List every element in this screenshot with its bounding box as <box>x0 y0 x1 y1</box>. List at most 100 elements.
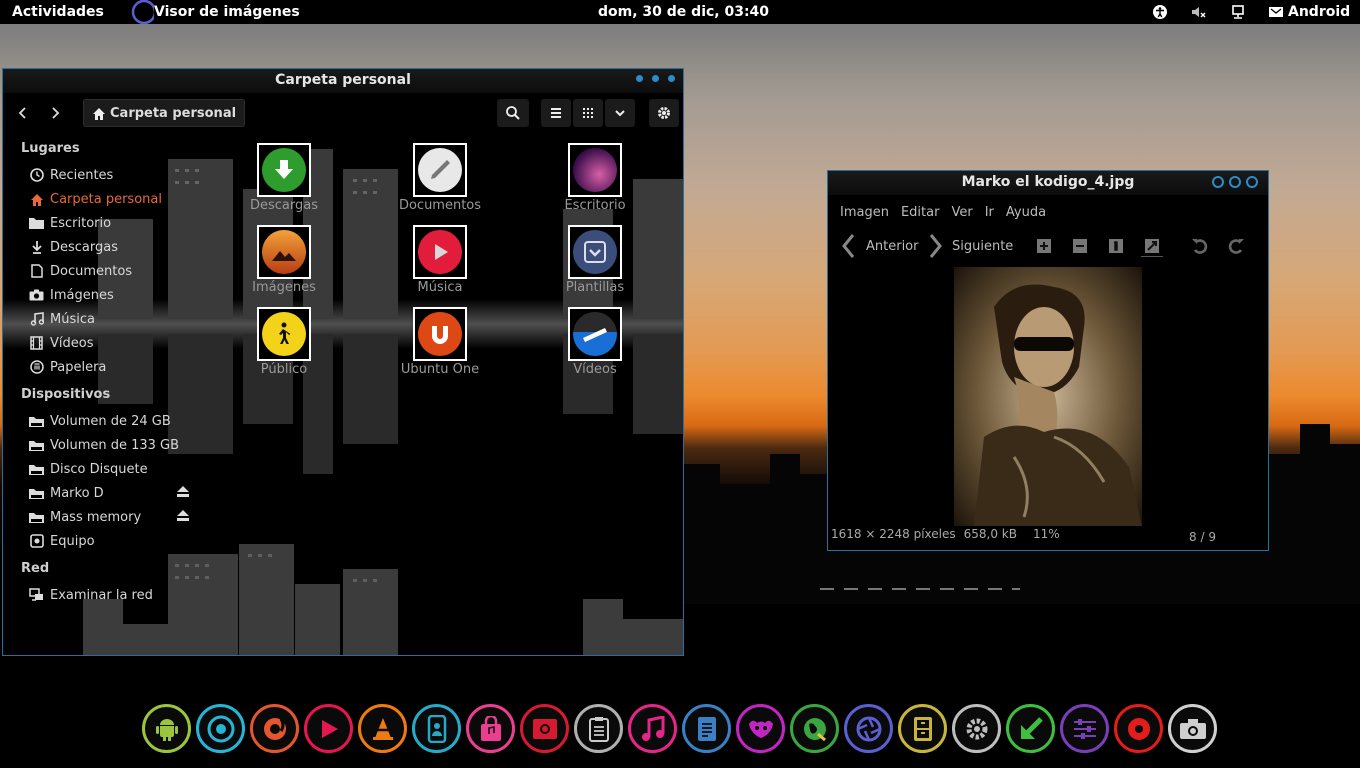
dock-archive[interactable] <box>898 704 947 753</box>
minimize-button[interactable] <box>636 75 643 82</box>
folder-label: Documentos <box>398 198 482 213</box>
dock-chrome[interactable] <box>196 704 245 753</box>
folder-videos[interactable]: Vídeos <box>530 307 660 377</box>
eject-icon[interactable] <box>177 486 189 500</box>
network-wired-icon[interactable] <box>1230 4 1246 20</box>
zoom-in-button[interactable] <box>1033 235 1055 257</box>
view-options-button[interactable] <box>605 99 635 127</box>
folder-documents[interactable]: Documentos <box>375 143 505 213</box>
accessibility-icon[interactable] <box>1152 4 1168 20</box>
menu-go[interactable]: Ir <box>985 205 994 220</box>
dock-music[interactable] <box>628 704 677 753</box>
path-bar-home[interactable]: Carpeta personal <box>83 99 246 127</box>
download-icon <box>29 240 44 255</box>
window-controls <box>636 75 675 82</box>
maximize-button[interactable] <box>652 75 659 82</box>
zoom-out-button[interactable] <box>1069 235 1091 257</box>
sidebar-item-desktop[interactable]: Escritorio <box>29 213 111 233</box>
window-controls <box>1212 176 1258 188</box>
back-button[interactable] <box>9 99 37 127</box>
sidebar-item-volume-133gb[interactable]: Volumen de 133 GB <box>29 435 179 455</box>
folder-desktop[interactable]: Escritorio <box>530 143 660 213</box>
folder-pictures[interactable]: Imágenes <box>219 225 349 295</box>
dock-software-center[interactable] <box>466 704 515 753</box>
dock-download[interactable] <box>1006 704 1055 753</box>
vlc-cone-icon <box>372 717 393 740</box>
menu-edit[interactable]: Editar <box>901 205 940 220</box>
menu-view[interactable]: Ver <box>951 205 972 220</box>
rotate-left-button[interactable] <box>1189 235 1211 257</box>
folder-public[interactable]: Público <box>219 307 349 377</box>
dock-firefox[interactable] <box>250 704 299 753</box>
toolbar: Carpeta personal <box>3 93 683 133</box>
sidebar-item-volume-24gb[interactable]: Volumen de 24 GB <box>29 411 171 431</box>
folder-downloads[interactable]: Descargas <box>219 143 349 213</box>
sidebar-item-pictures[interactable]: Imágenes <box>29 285 114 305</box>
dock-mixer[interactable] <box>1060 704 1109 753</box>
drive-icon <box>29 486 44 501</box>
sidebar-item-computer[interactable]: Equipo <box>29 531 95 551</box>
folder-ubuntu-one[interactable]: Ubuntu One <box>375 307 505 377</box>
dock-vlc[interactable] <box>358 704 407 753</box>
clipboard-icon <box>588 716 609 742</box>
zoom-normal-button[interactable] <box>1105 235 1127 257</box>
dock-photo-booth[interactable] <box>520 704 569 753</box>
dock-android[interactable] <box>142 704 191 753</box>
sidebar-item-home[interactable]: Carpeta personal <box>29 189 162 209</box>
best-fit-button[interactable] <box>1141 235 1163 257</box>
next-button[interactable]: Siguiente <box>926 233 1013 259</box>
menu-help[interactable]: Ayuda <box>1006 205 1046 220</box>
download-arrow-icon <box>1020 716 1043 739</box>
film-icon <box>29 336 44 351</box>
sidebar-item-label: Marko D <box>50 485 104 501</box>
user-icon[interactable] <box>1268 4 1284 20</box>
dock-documents[interactable] <box>682 704 731 753</box>
sidebar-item-music[interactable]: Música <box>29 309 95 329</box>
activities-button[interactable]: Actividades <box>12 4 104 20</box>
minimize-button[interactable] <box>1212 176 1224 188</box>
user-menu[interactable]: Android <box>1288 4 1350 20</box>
sidebar-item-recent[interactable]: Recientes <box>29 165 113 185</box>
forward-button[interactable] <box>41 99 69 127</box>
chevron-down-icon <box>615 110 625 117</box>
dock-settings[interactable] <box>952 704 1001 753</box>
image-dimensions: 1618 × 2248 píxeles <box>831 527 956 541</box>
gear-icon <box>966 718 987 739</box>
dock-camera[interactable] <box>1168 704 1217 753</box>
folder-templates[interactable]: Plantillas <box>530 225 660 295</box>
sidebar-item-documents[interactable]: Documentos <box>29 261 132 281</box>
dock-notes[interactable] <box>574 704 623 753</box>
sidebar-item-marko-d[interactable]: Marko D <box>29 483 104 503</box>
sidebar-item-mass-memory[interactable]: Mass memory <box>29 507 141 527</box>
list-view-button[interactable] <box>541 99 571 127</box>
rotate-right-button[interactable] <box>1225 235 1247 257</box>
sidebar-item-browse-network[interactable]: Examinar la red <box>29 585 153 605</box>
menu-image[interactable]: Imagen <box>840 205 889 220</box>
search-button[interactable] <box>497 99 529 127</box>
app-menu[interactable]: Visor de imágenes <box>154 4 300 20</box>
previous-button[interactable]: Anterior <box>840 233 918 259</box>
dock-contacts[interactable] <box>412 704 461 753</box>
settings-button[interactable] <box>649 99 679 127</box>
dock-play-store[interactable] <box>304 704 353 753</box>
sidebar-item-downloads[interactable]: Descargas <box>29 237 118 257</box>
dock-gimp[interactable] <box>736 704 785 753</box>
dock-shotwell[interactable] <box>844 704 893 753</box>
sidebar-item-trash[interactable]: Papelera <box>29 357 106 377</box>
eject-icon[interactable] <box>177 510 189 524</box>
dock-recorder[interactable] <box>1114 704 1163 753</box>
sidebar-item-floppy[interactable]: Disco Disquete <box>29 459 148 479</box>
dock-browser[interactable] <box>790 704 839 753</box>
computer-icon <box>29 534 44 549</box>
sidebar-item-videos[interactable]: Vídeos <box>29 333 93 353</box>
rotate-left-icon <box>1192 239 1208 254</box>
close-button[interactable] <box>1246 176 1258 188</box>
close-button[interactable] <box>668 75 675 82</box>
clock[interactable]: dom, 30 de dic, 03:40 <box>598 4 769 20</box>
grid-view-button[interactable] <box>573 99 603 127</box>
volume-muted-icon[interactable] <box>1190 4 1206 20</box>
maximize-button[interactable] <box>1229 176 1241 188</box>
folder-public-frame <box>257 307 311 361</box>
folder-music[interactable]: Música <box>375 225 505 295</box>
chevron-left-icon <box>18 107 26 119</box>
